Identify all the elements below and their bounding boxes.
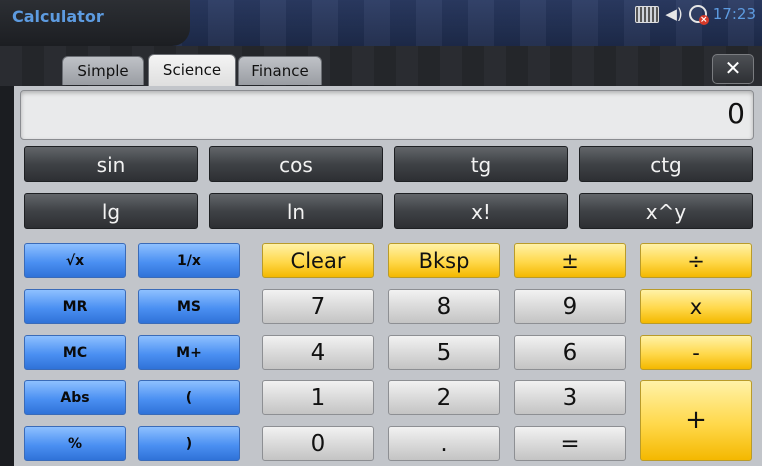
digit-9-button[interactable]: 9 — [514, 289, 626, 324]
reciprocal-button[interactable]: 1/x — [138, 243, 240, 278]
decimal-button[interactable]: . — [388, 426, 500, 461]
mplus-button[interactable]: M+ — [138, 335, 240, 370]
digit-1-button[interactable]: 1 — [262, 380, 374, 415]
power-button[interactable]: x^y — [579, 193, 753, 229]
digit-2-button[interactable]: 2 — [388, 380, 500, 415]
ln-button[interactable]: ln — [209, 193, 383, 229]
clear-button[interactable]: Clear — [262, 243, 374, 278]
tab-science[interactable]: Science — [148, 54, 236, 87]
mr-button[interactable]: MR — [24, 289, 126, 324]
abs-button[interactable]: Abs — [24, 380, 126, 415]
digit-0-button[interactable]: 0 — [262, 426, 374, 461]
volume-icon[interactable]: ◀) — [665, 6, 682, 22]
ctg-button[interactable]: ctg — [579, 146, 753, 182]
tab-simple[interactable]: Simple — [62, 56, 144, 85]
subtract-button[interactable]: - — [640, 335, 752, 370]
open-paren-button[interactable]: ( — [138, 380, 240, 415]
add-button[interactable]: + — [640, 380, 752, 461]
tg-button[interactable]: tg — [394, 146, 568, 182]
system-tray: ◀) × 17:23 — [635, 5, 756, 25]
close-paren-button[interactable]: ) — [138, 426, 240, 461]
factorial-button[interactable]: x! — [394, 193, 568, 229]
status-bar: Calculator ◀) × 17:23 — [0, 0, 762, 46]
mc-button[interactable]: MC — [24, 335, 126, 370]
sin-button[interactable]: sin — [24, 146, 198, 182]
tab-bar: Simple Science Finance ✕ — [0, 46, 762, 87]
digit-3-button[interactable]: 3 — [514, 380, 626, 415]
network-error-icon[interactable]: × — [688, 5, 709, 25]
sign-button[interactable]: ± — [514, 243, 626, 278]
digit-8-button[interactable]: 8 — [388, 289, 500, 324]
sqrt-button[interactable]: √x — [24, 243, 126, 278]
divide-button[interactable]: ÷ — [640, 243, 752, 278]
close-button[interactable]: ✕ — [712, 54, 754, 84]
digit-6-button[interactable]: 6 — [514, 335, 626, 370]
digit-4-button[interactable]: 4 — [262, 335, 374, 370]
multiply-button[interactable]: x — [640, 289, 752, 324]
lg-button[interactable]: lg — [24, 193, 198, 229]
clock: 17:23 — [712, 5, 756, 23]
ms-button[interactable]: MS — [138, 289, 240, 324]
keyboard-icon[interactable] — [635, 5, 660, 23]
percent-button[interactable]: % — [24, 426, 126, 461]
tab-finance[interactable]: Finance — [238, 56, 322, 85]
equals-button[interactable]: = — [514, 426, 626, 461]
calculator-panel: 0 sin cos tg ctg lg ln x! x^y √x 1/x MR … — [14, 86, 762, 466]
app-title: Calculator — [12, 7, 104, 26]
display: 0 — [20, 90, 754, 140]
cos-button[interactable]: cos — [209, 146, 383, 182]
backspace-button[interactable]: Bksp — [388, 243, 500, 278]
digit-7-button[interactable]: 7 — [262, 289, 374, 324]
digit-5-button[interactable]: 5 — [388, 335, 500, 370]
close-icon: ✕ — [724, 56, 742, 80]
display-value: 0 — [727, 97, 745, 130]
